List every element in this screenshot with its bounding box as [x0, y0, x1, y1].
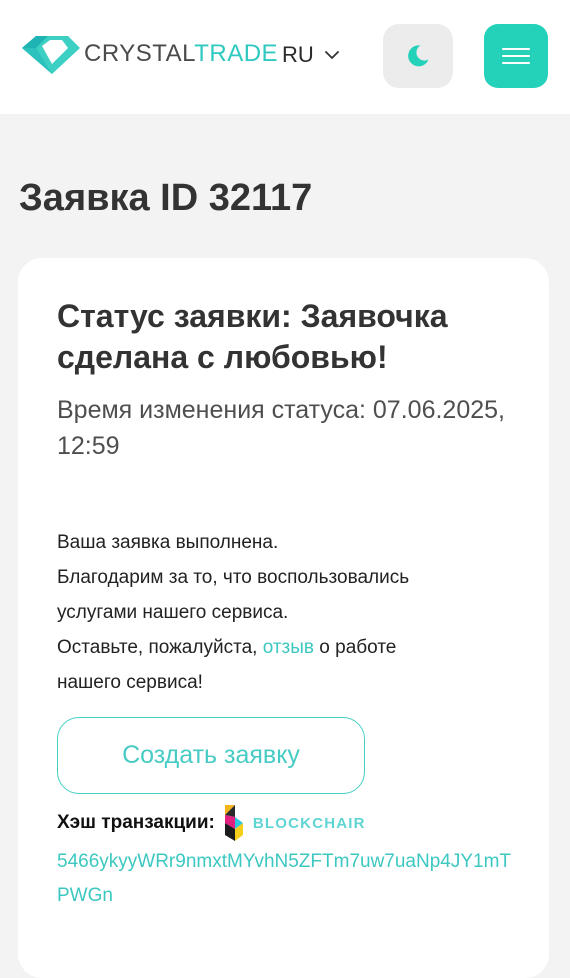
message-line-3: услугами нашего сервиса. [57, 602, 289, 623]
hamburger-icon [502, 48, 530, 64]
logo-text: CRYSTALTRADE [84, 42, 278, 66]
hash-label-row: Хэш транзакции: BLOCKCHAIR [57, 803, 366, 843]
chevron-down-icon [324, 51, 339, 59]
message-line-2: Благодарим за то, что воспользовались [57, 567, 410, 588]
menu-button[interactable] [484, 24, 548, 88]
blockchair-label: BLOCKCHAIR [252, 814, 366, 832]
blockchair-link[interactable]: BLOCKCHAIR [219, 803, 366, 843]
status-title: Статус заявки: Заявочка сделана с любовь… [57, 298, 448, 375]
logo[interactable]: CRYSTALTRADE [18, 30, 278, 78]
message-line-5: нашего сервиса! [57, 672, 203, 693]
hash-label: Хэш транзакции: [57, 812, 215, 833]
order-card: Статус заявки: Заявочка сделана с любовь… [18, 258, 549, 978]
status-time: Время изменения статуса: 07.06.2025, 12:… [57, 396, 505, 460]
create-order-button[interactable]: Создать заявку [57, 717, 365, 794]
blockchair-logo-icon [224, 805, 243, 841]
completion-message: Ваша заявка выполнена. Благодарим за то,… [57, 525, 517, 700]
message-line-4-before: Оставьте, пожалуйста, [57, 637, 263, 658]
moon-icon [408, 45, 429, 67]
language-selector[interactable]: RU [282, 42, 340, 68]
message-line-1: Ваша заявка выполнена. [57, 532, 279, 553]
theme-toggle-button[interactable] [383, 24, 453, 88]
message-line-4: Оставьте, пожалуйста, отзыв о работе [57, 630, 517, 665]
transaction-hash-link[interactable]: 5466ykyyWRr9nmxtMYvhN5ZFTm7uw7uaNp4JY1mT… [57, 845, 512, 913]
logo-trade: TRADE [194, 40, 279, 67]
review-link[interactable]: отзыв [263, 637, 314, 658]
language-label: RU [282, 42, 314, 67]
page-title: Заявка ID 32117 [19, 177, 313, 219]
message-line-4-after: о работе [314, 637, 397, 658]
logo-crystal: CRYSTAL [84, 40, 195, 67]
crystal-logo-icon [22, 36, 80, 74]
header: CRYSTALTRADE RU [0, 0, 570, 114]
